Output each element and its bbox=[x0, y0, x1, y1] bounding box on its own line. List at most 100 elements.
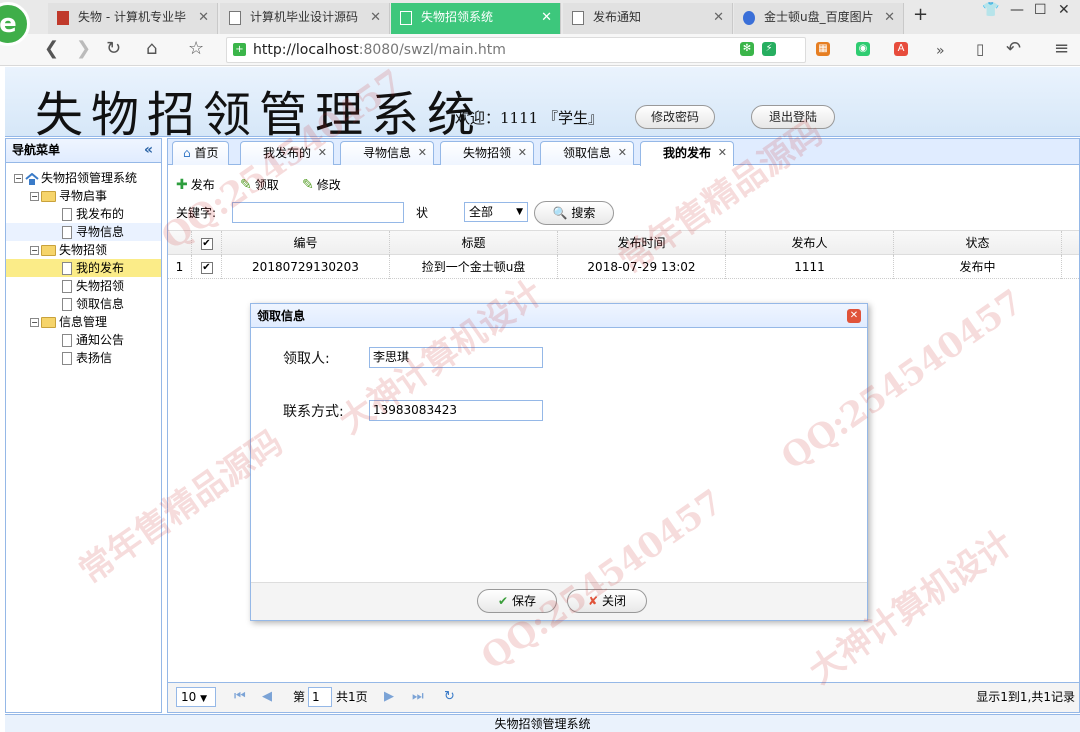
forward-icon[interactable]: ❯ bbox=[76, 38, 91, 60]
home-icon[interactable]: ⌂ bbox=[146, 38, 157, 60]
collapse-node-icon[interactable]: − bbox=[30, 192, 39, 201]
claim-button[interactable]: ✎ 领取 bbox=[240, 175, 279, 195]
close-tab-icon[interactable]: ✕ bbox=[518, 142, 527, 164]
logout-button[interactable]: 退出登陆 bbox=[751, 105, 835, 129]
table-row[interactable]: 1 ✔ 20180729130203 捡到一个金士顿u盘 2018-07-29 … bbox=[168, 255, 1079, 279]
browser-tab-label: 失物招领系统 bbox=[421, 10, 494, 24]
cell-title: 捡到一个金士顿u盘 bbox=[390, 255, 558, 279]
tree-root[interactable]: − 失物招领管理系统 bbox=[6, 169, 161, 187]
bookmark-star-icon[interactable]: ☆ bbox=[188, 38, 204, 60]
browser-tab-label: 发布通知 bbox=[593, 10, 642, 24]
browser-tab-label: 金士顿u盘_百度图片 bbox=[764, 10, 874, 24]
collapse-node-icon[interactable]: − bbox=[30, 246, 39, 255]
tab-my-publish[interactable]: 我的发布 ✕ bbox=[640, 141, 734, 166]
next-page-icon[interactable]: ▶ bbox=[384, 683, 394, 711]
close-button[interactable]: ✘ 关闭 bbox=[567, 589, 647, 613]
close-tab-icon[interactable]: ✕ bbox=[618, 142, 627, 164]
url-input[interactable]: + http://localhost:8080/swzl/main.htm bbox=[226, 37, 806, 63]
baidu-paw-icon bbox=[743, 11, 755, 25]
claimant-input[interactable]: 李思琪 bbox=[369, 347, 543, 368]
browser-tab-2[interactable]: 计算机毕业设计源码 ✕ bbox=[220, 3, 390, 34]
sidebar-item-lost-info[interactable]: 寻物信息 bbox=[6, 223, 161, 241]
page-size-value: 10 bbox=[181, 690, 197, 704]
search-button[interactable]: 🔍 搜索 bbox=[534, 201, 614, 225]
close-icon[interactable]: ✕ bbox=[541, 3, 552, 32]
collapse-node-icon[interactable]: − bbox=[14, 174, 23, 183]
tab-found[interactable]: 失物招领 ✕ bbox=[440, 141, 534, 165]
column-header-time[interactable]: 发布时间 bbox=[558, 231, 726, 255]
close-tab-icon[interactable]: ✕ bbox=[318, 142, 327, 164]
select-all-checkbox[interactable]: ✔ bbox=[192, 231, 222, 255]
refresh-icon[interactable]: ↻ bbox=[444, 683, 455, 711]
close-icon[interactable]: ✕ bbox=[713, 3, 724, 32]
tree-group-lost-notice[interactable]: − 寻物启事 bbox=[6, 187, 161, 205]
browser-tab-1[interactable]: 失物 - 计算机专业毕 ✕ bbox=[48, 3, 218, 34]
close-icon[interactable]: ✕ bbox=[370, 3, 381, 32]
prev-page-icon[interactable]: ◀ bbox=[262, 683, 272, 711]
tab-my-posts[interactable]: 我发布的 ✕ bbox=[240, 141, 334, 165]
extension-icon[interactable]: ✻ bbox=[740, 42, 754, 56]
pencil-icon: ✎ bbox=[302, 177, 314, 193]
sidebar-item-my-posts[interactable]: 我发布的 bbox=[6, 205, 161, 223]
tab-label: 寻物信息 bbox=[362, 146, 411, 160]
save-button[interactable]: ✔ 保存 bbox=[477, 589, 557, 613]
close-icon[interactable]: ✕ bbox=[847, 309, 861, 323]
page-number-input[interactable]: 1 bbox=[308, 687, 332, 707]
column-header-id[interactable]: 编号 bbox=[222, 231, 390, 255]
collapse-node-icon[interactable]: − bbox=[30, 318, 39, 327]
publish-label: 发布 bbox=[190, 178, 215, 192]
cell-status: 发布中 bbox=[894, 255, 1062, 279]
status-select[interactable]: 全部 ▼ bbox=[464, 202, 528, 222]
sidebar-item-praise-letter[interactable]: 表扬信 bbox=[6, 349, 161, 367]
browser-tab-4[interactable]: 发布通知 ✕ bbox=[563, 3, 733, 34]
page-size-select[interactable]: 10 ▼ bbox=[176, 687, 216, 707]
sidebar-item-notice[interactable]: 通知公告 bbox=[6, 331, 161, 349]
back-icon[interactable]: ❮ bbox=[44, 38, 59, 60]
browser-tab-3[interactable]: 失物招领系统 ✕ bbox=[391, 3, 561, 34]
edit-button[interactable]: ✎ 修改 bbox=[302, 175, 341, 195]
maximize-icon[interactable]: ☐ bbox=[1034, 2, 1047, 18]
lightning-icon[interactable]: ⚡ bbox=[762, 42, 776, 56]
tree-group-found[interactable]: − 失物招领 bbox=[6, 241, 161, 259]
tab-claim-info[interactable]: 领取信息 ✕ bbox=[540, 141, 634, 165]
edit-label: 修改 bbox=[316, 178, 341, 192]
column-header-status[interactable]: 状态 bbox=[894, 231, 1062, 255]
sidebar-item-claim-info[interactable]: 领取信息 bbox=[6, 295, 161, 313]
tab-home[interactable]: ⌂ 首页 bbox=[172, 141, 230, 165]
apps-grid-icon[interactable]: ▦ bbox=[816, 42, 830, 56]
welcome-text: 欢迎：1111 『学生』 bbox=[455, 109, 603, 127]
close-icon[interactable]: ✕ bbox=[884, 3, 895, 32]
close-window-icon[interactable]: ✕ bbox=[1058, 2, 1070, 18]
last-page-icon[interactable]: ⏭ bbox=[412, 683, 424, 711]
collapse-icon[interactable]: « bbox=[144, 139, 153, 161]
row-checkbox[interactable]: ✔ bbox=[192, 255, 222, 279]
translate-icon[interactable]: A bbox=[894, 42, 908, 56]
close-tab-icon[interactable]: ✕ bbox=[718, 142, 727, 164]
sidebar-item-my-publish[interactable]: 我的发布 bbox=[6, 259, 161, 277]
close-tab-icon[interactable]: ✕ bbox=[418, 142, 427, 164]
tab-lost-info[interactable]: 寻物信息 ✕ bbox=[340, 141, 434, 165]
column-header-title[interactable]: 标题 bbox=[390, 231, 558, 255]
sidebar-item-found[interactable]: 失物招领 bbox=[6, 277, 161, 295]
phone-icon[interactable]: ▯ bbox=[976, 38, 984, 60]
keyword-input[interactable] bbox=[232, 202, 404, 223]
new-tab-icon[interactable]: + bbox=[913, 4, 928, 25]
menu-icon[interactable]: ≡ bbox=[1054, 38, 1069, 60]
page-icon bbox=[400, 11, 412, 25]
reload-icon[interactable]: ↻ bbox=[106, 38, 121, 60]
minimize-icon[interactable]: — bbox=[1010, 2, 1024, 18]
security-icon[interactable]: ◉ bbox=[856, 42, 870, 56]
contact-input[interactable]: 13983083423 bbox=[369, 400, 543, 421]
skin-icon[interactable]: 👕 bbox=[982, 2, 999, 18]
publish-button[interactable]: ✚ 发布 bbox=[176, 175, 215, 195]
change-password-button[interactable]: 修改密码 bbox=[635, 105, 715, 129]
more-extensions-icon[interactable]: » bbox=[936, 40, 945, 62]
close-icon[interactable]: ✕ bbox=[198, 3, 209, 32]
close-label: 关闭 bbox=[601, 594, 626, 608]
tree-group-label: 失物招领 bbox=[59, 243, 108, 257]
undo-icon[interactable]: ↶ bbox=[1006, 38, 1021, 60]
first-page-icon[interactable]: ⏮ bbox=[234, 683, 246, 711]
tree-group-info-manage[interactable]: − 信息管理 bbox=[6, 313, 161, 331]
column-header-publisher[interactable]: 发布人 bbox=[726, 231, 894, 255]
browser-tab-5[interactable]: 金士顿u盘_百度图片 ✕ bbox=[734, 3, 904, 34]
